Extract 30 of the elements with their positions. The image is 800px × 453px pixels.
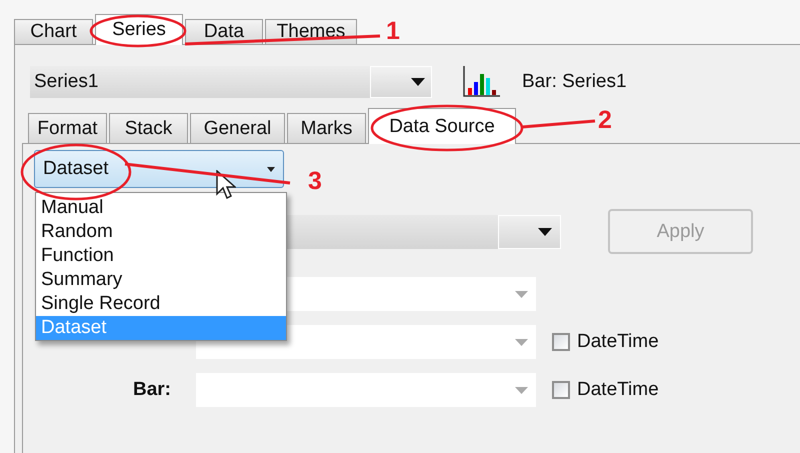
field-dropdown[interactable] [196,373,536,407]
bar-chart-icon[interactable] [462,66,500,98]
field-label: Bar: [132,379,171,400]
checkbox-label: DateTime [577,331,659,353]
dropdown-arrow-icon [267,166,275,172]
dropdown-arrow-icon [538,228,552,236]
tab[interactable]: Stack [109,113,188,143]
series-caption: Bar: Series1 [522,71,627,93]
dropdown-arrow-icon [411,78,425,86]
callout-number: 3 [308,167,322,196]
checkbox[interactable] [552,333,570,351]
tab[interactable]: Marks [287,113,366,143]
checkbox-label: DateTime [577,379,659,401]
checkbox[interactable] [552,381,570,399]
dropdown-arrow-icon [515,338,528,346]
tab[interactable]: Data [185,19,263,44]
dropdown-arrow-icon [515,290,528,298]
dropdown-option[interactable]: Summary [36,268,286,292]
dropdown-option[interactable]: Function [36,244,286,268]
dropdown-option[interactable]: Single Record [36,292,286,316]
dropdown-option[interactable]: Random [36,220,286,244]
tab[interactable]: General [190,113,285,143]
dropdown-arrow-icon [515,386,528,394]
tab[interactable]: Format [28,113,107,143]
callout-number: 2 [598,106,612,135]
dropdown-option[interactable]: Manual [36,196,286,220]
callout-number: 1 [386,17,400,46]
source-dropdown[interactable]: Dataset [34,150,284,188]
tab[interactable]: Data Source [368,108,516,144]
tab[interactable]: Chart [14,19,93,44]
